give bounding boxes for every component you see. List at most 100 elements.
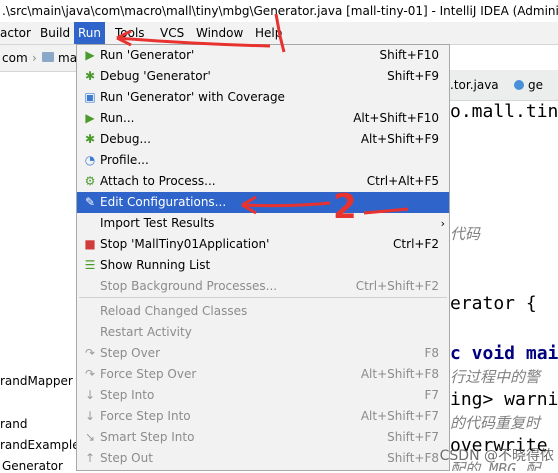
- menu-item-label: Edit Configurations...: [100, 195, 227, 209]
- menu-item-reload-changed-classes[interactable]: Reload Changed Classes: [77, 301, 449, 322]
- menu-refactor[interactable]: actor: [0, 22, 31, 44]
- menu-separator: [79, 297, 447, 298]
- menu-item-shortcut: F7: [424, 388, 439, 402]
- menu-item-label: Restart Activity: [100, 325, 192, 339]
- code-line: 行过程中的警: [450, 368, 541, 386]
- menu-item-step-out[interactable]: ↑ Step Out Shift+F8: [77, 448, 449, 469]
- menu-item-shortcut: Alt+Shift+F7: [360, 409, 439, 423]
- menu-item-shortcut: Shift+F8: [387, 451, 439, 465]
- menu-item-run-generator[interactable]: ▶ Run 'Generator' Shift+F10: [77, 45, 449, 66]
- stop-icon: ■: [84, 237, 96, 251]
- menu-item-run[interactable]: ▶ Run... Alt+Shift+F10: [77, 108, 449, 129]
- menu-build[interactable]: Build: [40, 22, 70, 44]
- menu-item-shortcut: Shift+F9: [387, 69, 439, 83]
- bug-icon: ✱: [84, 69, 96, 83]
- menu-item-label: Run...: [100, 111, 135, 125]
- menu-window[interactable]: Window: [196, 22, 243, 44]
- chevron-right-icon: ›: [440, 217, 445, 230]
- menu-vcs[interactable]: VCS: [160, 22, 184, 44]
- menu-item-label: Step Out: [100, 451, 153, 465]
- menu-item-smart-step-into[interactable]: ↘ Smart Step Into Shift+F7: [77, 427, 449, 448]
- menu-item-debug-generator[interactable]: ✱ Debug 'Generator' Shift+F9: [77, 66, 449, 87]
- menu-item-label: Debug 'Generator': [100, 69, 211, 83]
- menu-item-force-step-over[interactable]: ↷ Force Step Over Alt+Shift+F8: [77, 364, 449, 385]
- menu-item-label: Force Step Into: [100, 409, 191, 423]
- code-line: c void mai: [450, 343, 558, 364]
- window-title: .\src\main\java\com\macro\mall\tiny\mbg\…: [0, 0, 558, 22]
- menu-item-label: Stop Background Processes...: [100, 279, 278, 293]
- menu-item-step-into[interactable]: ↓ Step Into F7: [77, 385, 449, 406]
- tree-item[interactable]: rand: [0, 417, 76, 431]
- menu-item-label: Show Running List: [100, 258, 211, 272]
- code-line: ing> warni: [450, 389, 558, 410]
- tree-item[interactable]: randExample: [0, 438, 76, 452]
- breadcrumb-com[interactable]: com: [2, 45, 28, 71]
- tree-item[interactable]: randMapper: [0, 374, 76, 388]
- play-icon: ▶: [85, 48, 95, 62]
- menu-item-shortcut: Alt+Shift+F8: [360, 367, 439, 381]
- menu-run[interactable]: Run: [74, 22, 106, 44]
- code-line: 的代码重复时: [450, 414, 541, 432]
- force-step-over-icon: ↷: [84, 367, 96, 381]
- run-menu-dropdown: ▶ Run 'Generator' Shift+F10 ✱ Debug 'Generat…: [76, 44, 450, 471]
- menu-item-shortcut: F8: [424, 346, 439, 360]
- menu-item-label: Stop 'MallTiny01Application': [100, 237, 270, 251]
- bug-icon: ✱: [84, 132, 96, 146]
- menu-item-label: Import Test Results: [100, 216, 215, 230]
- menu-item-label: Attach to Process...: [100, 174, 216, 188]
- chevron-right-icon: ›: [32, 51, 37, 65]
- menu-item-attach-to-process[interactable]: ⚙ Attach to Process... Ctrl+Alt+F5: [77, 171, 449, 192]
- menu-item-run-with-coverage[interactable]: ▣ Run 'Generator' with Coverage: [77, 87, 449, 108]
- menu-item-debug[interactable]: ✱ Debug... Alt+Shift+F9: [77, 129, 449, 150]
- watermark: CSDN @不晓得侬: [439, 448, 554, 464]
- menu-item-step-over[interactable]: ↷ Step Over F8: [77, 343, 449, 364]
- menu-item-label: Reload Changed Classes: [100, 304, 248, 318]
- code-line: o.mall.tin: [450, 101, 558, 122]
- menu-help[interactable]: Help: [255, 22, 282, 44]
- menu-item-shortcut: Ctrl+Alt+F5: [366, 174, 439, 188]
- menu-item-label: Profile...: [100, 153, 149, 167]
- attach-icon: ⚙: [84, 174, 96, 188]
- breadcrumb-mall[interactable]: ma: [58, 45, 76, 71]
- class-icon: [514, 80, 524, 90]
- step-over-icon: ↷: [84, 346, 96, 360]
- project-tree: randMapper rand randExample Generator: [0, 72, 77, 473]
- menu-item-import-test-results[interactable]: Import Test Results ›: [77, 213, 449, 234]
- menu-item-shortcut: Shift+F7: [387, 430, 439, 444]
- menu-item-label: Force Step Over: [100, 367, 197, 381]
- code-line: 代码: [450, 225, 481, 243]
- folder-icon: [42, 52, 54, 62]
- menu-item-profile[interactable]: ◔ Profile...: [77, 150, 449, 171]
- tab-generator[interactable]: .tor.java: [450, 70, 499, 100]
- menu-item-shortcut: Alt+Shift+F10: [353, 111, 439, 125]
- menu-item-label: Step Into: [100, 388, 155, 402]
- menu-bar: actor Build Run Tools VCS Window Help: [0, 22, 558, 45]
- menu-item-shortcut: Alt+Shift+F9: [360, 132, 439, 146]
- menu-item-label: Smart Step Into: [100, 430, 195, 444]
- coverage-icon: ▣: [84, 90, 96, 104]
- menu-tools[interactable]: Tools: [115, 22, 145, 44]
- menu-item-force-step-into[interactable]: ↓ Force Step Into Alt+Shift+F7: [77, 406, 449, 427]
- code-editor[interactable]: o.mall.tin 代码 erator { c void mai 行过程中的警…: [450, 101, 558, 471]
- menu-item-edit-configurations[interactable]: ✎ Edit Configurations...: [77, 192, 449, 213]
- smart-step-into-icon: ↘: [84, 430, 96, 444]
- editor-tab-bar: .tor.java ge: [450, 70, 558, 101]
- menu-item-shortcut: Ctrl+Shift+F2: [355, 279, 439, 293]
- step-out-icon: ↑: [84, 451, 96, 465]
- menu-item-label: Run 'Generator': [100, 48, 195, 62]
- tab-second[interactable]: ge: [528, 70, 543, 100]
- force-step-into-icon: ↓: [84, 409, 96, 423]
- step-into-icon: ↓: [84, 388, 96, 402]
- menu-item-label: Run 'Generator' with Coverage: [100, 90, 285, 104]
- code-line: erator {: [450, 293, 537, 314]
- menu-item-stop-application[interactable]: ■ Stop 'MallTiny01Application' Ctrl+F2: [77, 234, 449, 255]
- navigation-bar: com › ma: [0, 45, 76, 72]
- menu-item-stop-background-processes[interactable]: Stop Background Processes... Ctrl+Shift+F…: [77, 276, 449, 297]
- menu-item-label: Step Over: [100, 346, 160, 360]
- menu-item-show-running-list[interactable]: ☰ Show Running List: [77, 255, 449, 276]
- menu-item-restart-activity[interactable]: Restart Activity: [77, 322, 449, 343]
- profile-icon: ◔: [84, 153, 96, 167]
- menu-item-shortcut: Ctrl+F2: [393, 237, 439, 251]
- menu-item-shortcut: Shift+F10: [379, 48, 439, 62]
- menu-item-label: Debug...: [100, 132, 151, 146]
